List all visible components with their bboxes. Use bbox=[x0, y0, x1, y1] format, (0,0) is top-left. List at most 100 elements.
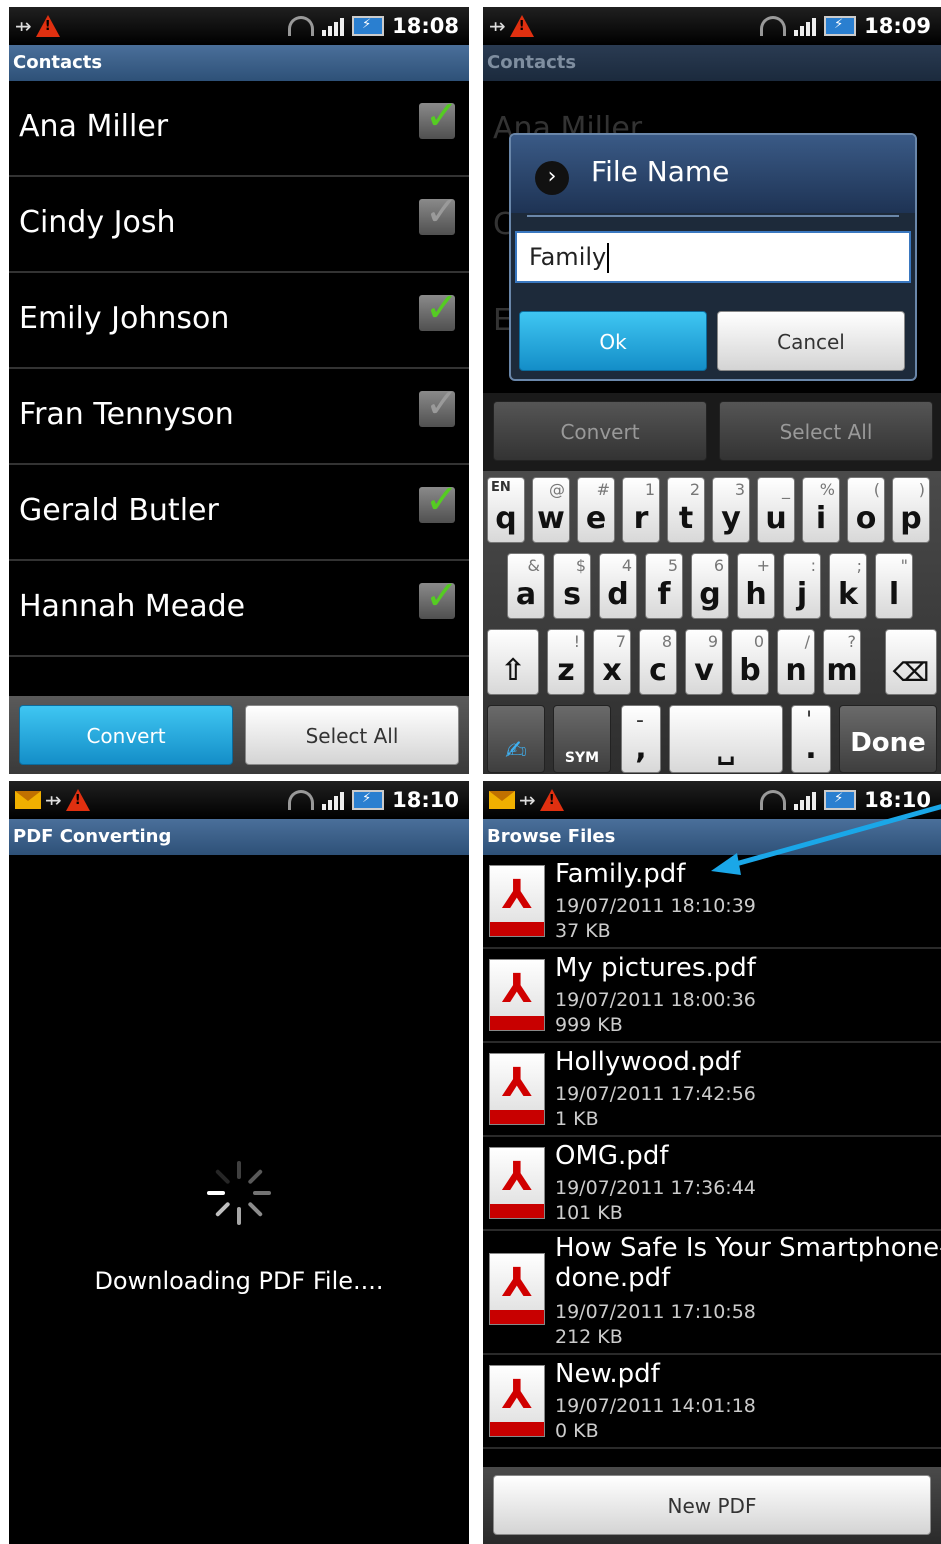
usb-icon: ⇸ bbox=[519, 788, 536, 812]
keyboard: q EN @ w # e 1 r 2 t 3 y _ u% i(o) p & a $ s 4 d 5 f 6 g + h: j; k " l… bbox=[483, 471, 941, 774]
clock: 18:09 bbox=[864, 14, 931, 38]
key-v[interactable]: 9v bbox=[685, 629, 723, 695]
key-label: w bbox=[537, 501, 565, 536]
contact-row[interactable]: Emily Johnson ✓ bbox=[9, 273, 469, 369]
usb-icon: ⇸ bbox=[15, 14, 32, 38]
comma-key[interactable]: -, bbox=[621, 705, 661, 773]
key-r[interactable]: 1r bbox=[622, 477, 660, 543]
handwriting-key[interactable]: ✍ bbox=[487, 705, 545, 773]
key-label: u bbox=[765, 501, 787, 536]
key-s[interactable]: $ s bbox=[553, 553, 591, 619]
highlight-arrow-icon bbox=[711, 804, 941, 875]
warning-icon bbox=[509, 15, 534, 37]
key-m[interactable]: ? m bbox=[823, 629, 861, 695]
file-name: Family.pdf bbox=[555, 859, 686, 889]
key-l[interactable]: " l bbox=[875, 553, 913, 619]
key-secondary-label: _ bbox=[782, 480, 790, 499]
convert-button[interactable]: Convert bbox=[19, 705, 233, 765]
space-key[interactable]: ␣ bbox=[669, 705, 783, 773]
file-size: 999 KB bbox=[555, 1014, 623, 1036]
contact-name: Ana Miller bbox=[19, 109, 169, 144]
key-i[interactable]: % i bbox=[802, 477, 840, 543]
key-q[interactable]: q EN bbox=[487, 477, 525, 543]
contact-row[interactable]: Fran Tennyson ✓ bbox=[9, 369, 469, 465]
file-list-item[interactable]: How Safe Is Your Smartphone- done.pdf 19… bbox=[483, 1231, 941, 1355]
select-all-button[interactable]: Select All bbox=[245, 705, 459, 765]
checked-checkbox-icon[interactable]: ✓ bbox=[419, 285, 459, 331]
pdf-file-icon bbox=[489, 1053, 545, 1125]
key-j[interactable]: :j bbox=[783, 553, 821, 619]
unchecked-checkbox-icon[interactable]: ✓ bbox=[419, 189, 459, 235]
clock: 18:10 bbox=[392, 788, 459, 812]
file-name-input[interactable]: Family bbox=[515, 231, 911, 283]
sym-key[interactable]: SYM bbox=[553, 705, 611, 773]
file-date: 19/07/2011 18:10:39 bbox=[555, 895, 756, 917]
battery-icon bbox=[352, 790, 385, 810]
key-g[interactable]: 6g bbox=[691, 553, 729, 619]
key-c[interactable]: 8c bbox=[639, 629, 677, 695]
file-date: 19/07/2011 18:00:36 bbox=[555, 989, 756, 1011]
usb-icon: ⇸ bbox=[45, 788, 62, 812]
key-secondary-label: ? bbox=[847, 632, 857, 651]
select-all-button[interactable]: Select All bbox=[719, 401, 933, 461]
period-key[interactable]: '. bbox=[791, 705, 831, 773]
key-u[interactable]: _ u bbox=[757, 477, 795, 543]
file-date: 19/07/2011 17:42:56 bbox=[555, 1083, 756, 1105]
contact-row[interactable]: Ana Miller ✓ bbox=[9, 81, 469, 177]
clock: 18:08 bbox=[392, 14, 459, 38]
cancel-button[interactable]: Cancel bbox=[717, 311, 905, 371]
key-secondary-label: ( bbox=[873, 480, 880, 499]
file-name: New.pdf bbox=[555, 1359, 660, 1389]
key-e[interactable]: # e bbox=[577, 477, 615, 543]
file-list-item[interactable]: Hollywood.pdf 19/07/2011 17:42:56 1 KB bbox=[483, 1043, 941, 1137]
key-label: s bbox=[563, 577, 581, 612]
status-bar: ⇸ 18:10 bbox=[9, 781, 469, 819]
checked-checkbox-icon[interactable]: ✓ bbox=[419, 477, 459, 523]
contact-name: Fran Tennyson bbox=[19, 397, 234, 432]
contact-row[interactable]: Hannah Meade ✓ bbox=[9, 561, 469, 657]
key-h[interactable]: + h bbox=[737, 553, 775, 619]
shift-key[interactable]: ⇧ bbox=[487, 629, 539, 695]
key-b[interactable]: 0b bbox=[731, 629, 769, 695]
new-pdf-button[interactable]: New PDF bbox=[493, 1475, 931, 1535]
dialog-title: File Name bbox=[591, 155, 730, 188]
key-a[interactable]: & a bbox=[507, 553, 545, 619]
key-n[interactable]: / n bbox=[777, 629, 815, 695]
contact-name: Cindy Josh bbox=[19, 205, 176, 240]
key-label: k bbox=[838, 577, 858, 612]
backspace-key[interactable]: ⌫ bbox=[885, 629, 937, 695]
language-label: EN bbox=[491, 480, 511, 495]
convert-button[interactable]: Convert bbox=[493, 401, 707, 461]
key-t[interactable]: 2t bbox=[667, 477, 705, 543]
ok-button[interactable]: Ok bbox=[519, 311, 707, 371]
key-f[interactable]: 5f bbox=[645, 553, 683, 619]
contact-row[interactable]: Cindy Josh ✓ bbox=[9, 177, 469, 273]
key-z[interactable]: ! z bbox=[547, 629, 585, 695]
key-k[interactable]: ; k bbox=[829, 553, 867, 619]
key-x[interactable]: 7x bbox=[593, 629, 631, 695]
sym-label: SYM bbox=[564, 750, 600, 766]
key-w[interactable]: @ w bbox=[532, 477, 570, 543]
key-secondary-label: 7 bbox=[615, 632, 626, 651]
key-secondary-label: # bbox=[596, 480, 610, 499]
contact-row[interactable]: Gerald Butler ✓ bbox=[9, 465, 469, 561]
warning-icon bbox=[35, 15, 60, 37]
file-list-item[interactable]: New.pdf 19/07/2011 14:01:18 0 KB bbox=[483, 1355, 941, 1449]
file-list-item[interactable]: My pictures.pdf 19/07/2011 18:00:36 999 … bbox=[483, 949, 941, 1043]
status-bar: ⇸ 18:09 bbox=[483, 7, 941, 45]
key-o[interactable]: (o bbox=[847, 477, 885, 543]
file-list-item[interactable]: OMG.pdf 19/07/2011 17:36:44 101 KB bbox=[483, 1137, 941, 1231]
key-p[interactable]: ) p bbox=[892, 477, 930, 543]
unchecked-checkbox-icon[interactable]: ✓ bbox=[419, 381, 459, 427]
signal-icon bbox=[322, 16, 345, 36]
key-secondary-label: 3 bbox=[734, 480, 745, 499]
file-size: 37 KB bbox=[555, 920, 611, 942]
key-d[interactable]: 4d bbox=[599, 553, 637, 619]
done-key[interactable]: Done bbox=[839, 705, 937, 773]
key-y[interactable]: 3y bbox=[712, 477, 750, 543]
key-label: c bbox=[649, 653, 667, 688]
contact-name: Emily Johnson bbox=[19, 301, 230, 336]
checked-checkbox-icon[interactable]: ✓ bbox=[419, 573, 459, 619]
checked-checkbox-icon[interactable]: ✓ bbox=[419, 93, 459, 139]
chevron-right-icon: › bbox=[535, 161, 569, 195]
